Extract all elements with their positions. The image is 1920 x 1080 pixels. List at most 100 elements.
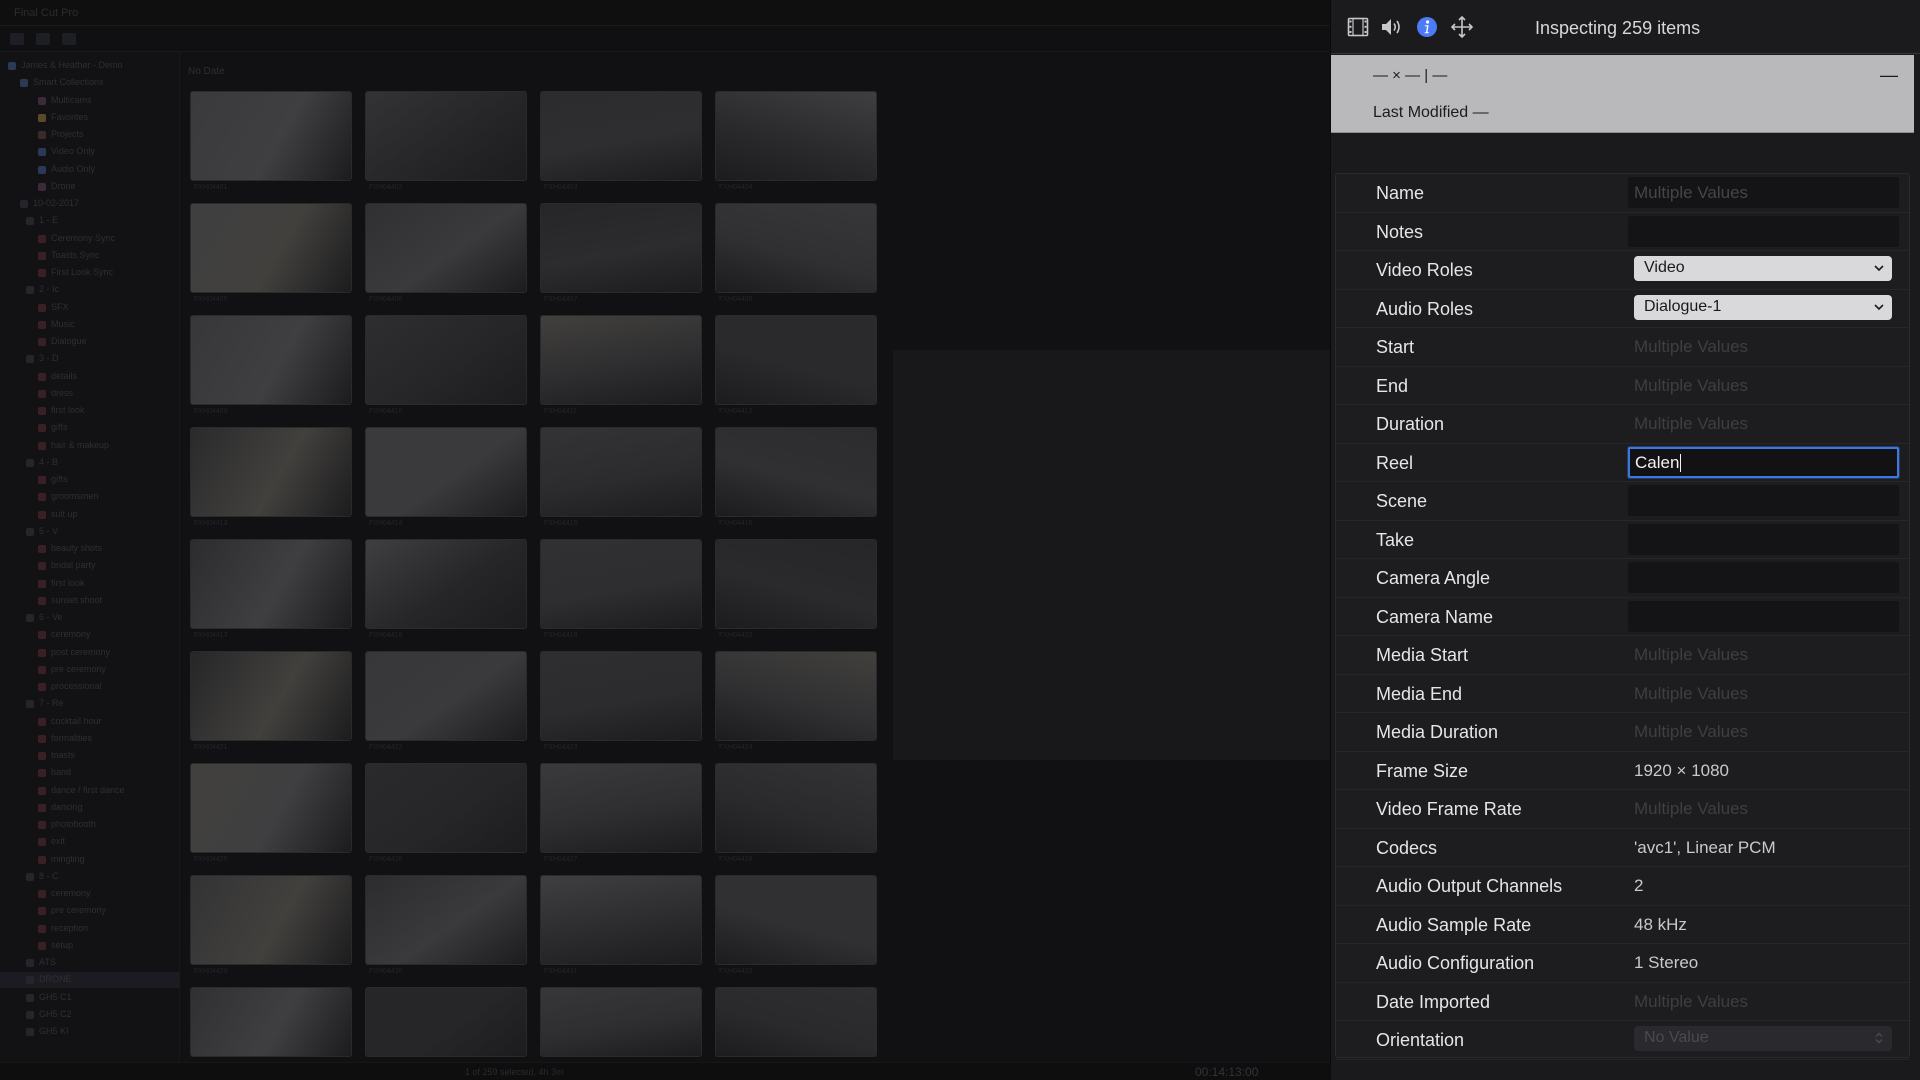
camera-angle-field[interactable] — [1628, 562, 1899, 593]
name-field[interactable]: Multiple Values — [1628, 177, 1899, 208]
clip-thumbnail[interactable] — [365, 875, 527, 965]
clip-thumbnail[interactable] — [190, 763, 352, 853]
sidebar-item[interactable]: first look — [0, 403, 180, 419]
sidebar-item[interactable]: pre ceremony — [0, 903, 180, 919]
clip-thumbnail[interactable] — [365, 203, 527, 293]
take-field[interactable] — [1628, 523, 1899, 555]
sidebar-item[interactable]: suit up — [0, 507, 180, 523]
clip-thumbnail[interactable] — [365, 763, 527, 853]
clip-thumbnail[interactable] — [190, 651, 352, 741]
sidebar-item[interactable]: 5 - V — [0, 524, 180, 540]
clip-thumbnail[interactable] — [715, 91, 877, 181]
sidebar-item[interactable]: 1 - E — [0, 213, 180, 229]
sidebar-item[interactable]: details — [0, 369, 180, 385]
sidebar-item[interactable]: cocktail hour — [0, 714, 180, 730]
clip-thumbnail[interactable] — [715, 987, 877, 1057]
clip-thumbnail[interactable] — [540, 427, 702, 517]
reel-field[interactable]: Calen — [1628, 446, 1899, 478]
clip-thumbnail[interactable] — [365, 91, 527, 181]
clip-thumbnail[interactable] — [715, 875, 877, 965]
sidebar-item[interactable]: processional — [0, 679, 180, 695]
sidebar-item[interactable]: band — [0, 765, 180, 781]
clip-thumbnail[interactable] — [365, 987, 527, 1057]
clip-thumbnail[interactable] — [540, 315, 702, 405]
sidebar-item[interactable]: Favorites — [0, 110, 180, 126]
clip-thumbnail[interactable] — [715, 427, 877, 517]
sidebar-item[interactable]: 7 - Re — [0, 696, 180, 712]
sidebar-item[interactable]: dress — [0, 386, 180, 402]
speaker-icon[interactable] — [1377, 13, 1407, 41]
sidebar-item[interactable]: pre ceremony — [0, 662, 180, 678]
clip-thumbnail[interactable] — [540, 203, 702, 293]
film-icon[interactable] — [1343, 13, 1373, 41]
clip-thumbnail[interactable] — [540, 539, 702, 629]
info-icon[interactable] — [1412, 13, 1442, 41]
sidebar-item[interactable]: ATS — [0, 955, 180, 971]
sidebar-item[interactable]: Drone — [0, 179, 180, 195]
sidebar-item[interactable]: GH5 C1 — [0, 990, 180, 1006]
clip-thumbnail[interactable] — [365, 539, 527, 629]
sidebar-item[interactable]: post ceremony — [0, 645, 180, 661]
sidebar-item[interactable]: DRONE — [0, 972, 180, 989]
sidebar-item[interactable]: First Look Sync — [0, 265, 180, 281]
clip-thumbnail[interactable] — [190, 203, 352, 293]
clip-thumbnail[interactable] — [365, 427, 527, 517]
clip-thumbnail[interactable] — [365, 651, 527, 741]
collapse-button[interactable]: — — [1876, 65, 1902, 85]
sidebar-item[interactable]: GH5 C2 — [0, 1007, 180, 1023]
sidebar-item[interactable]: Music — [0, 317, 180, 333]
notes-field[interactable] — [1628, 215, 1899, 247]
sidebar-item[interactable]: toasts — [0, 748, 180, 764]
sidebar-item[interactable]: dance / first dance — [0, 783, 180, 799]
clip-thumbnail[interactable] — [190, 987, 352, 1057]
sidebar-item[interactable]: 6 - Ve — [0, 610, 180, 626]
sidebar-item[interactable]: gifts — [0, 472, 180, 488]
clip-thumbnail[interactable] — [190, 315, 352, 405]
sidebar-item[interactable]: Smart Collections — [0, 75, 180, 91]
clip-thumbnail[interactable] — [715, 763, 877, 853]
camera-name-field[interactable] — [1628, 600, 1899, 632]
sidebar-item[interactable]: Audio Only — [0, 162, 180, 178]
sidebar-item[interactable]: James & Heather - Demo — [0, 58, 180, 74]
sidebar-item[interactable]: photobooth — [0, 817, 180, 833]
sidebar-item[interactable]: setup — [0, 938, 180, 954]
clip-thumbnail[interactable] — [715, 651, 877, 741]
clip-thumbnail[interactable] — [365, 315, 527, 405]
sidebar-item[interactable]: reception — [0, 921, 180, 937]
sidebar-item[interactable]: 3 - D — [0, 351, 180, 367]
sidebar-item[interactable]: dancing — [0, 800, 180, 816]
scene-field[interactable] — [1628, 485, 1899, 516]
sidebar-item[interactable]: exit — [0, 834, 180, 850]
sidebar-item[interactable]: hair & makeup — [0, 438, 180, 454]
clip-thumbnail[interactable] — [190, 539, 352, 629]
sidebar-item[interactable]: ceremony — [0, 886, 180, 902]
transform-icon[interactable] — [1447, 13, 1477, 41]
sidebar-item[interactable]: Ceremony Sync — [0, 231, 180, 247]
sidebar-item[interactable]: 8 - C — [0, 869, 180, 885]
clip-thumbnail[interactable] — [540, 91, 702, 181]
sidebar-item[interactable]: 4 - B — [0, 455, 180, 471]
clip-thumbnail[interactable] — [190, 91, 352, 181]
sidebar-item[interactable]: Multicams — [0, 93, 180, 109]
sidebar-item[interactable]: first look — [0, 576, 180, 592]
clip-thumbnail[interactable] — [540, 651, 702, 741]
clip-thumbnail[interactable] — [190, 427, 352, 517]
sidebar-item[interactable]: GH5 KI — [0, 1024, 180, 1040]
sidebar-item[interactable]: formalities — [0, 731, 180, 747]
sidebar-item[interactable]: sunset shoot — [0, 593, 180, 609]
clip-thumbnail[interactable] — [715, 539, 877, 629]
sidebar-item[interactable]: Projects — [0, 127, 180, 143]
sidebar-item[interactable]: mingling — [0, 852, 180, 868]
clip-thumbnail[interactable] — [540, 763, 702, 853]
clip-thumbnail[interactable] — [715, 203, 877, 293]
sidebar-item[interactable]: SFX — [0, 300, 180, 316]
clip-thumbnail[interactable] — [715, 315, 877, 405]
sidebar-item[interactable]: bridal party — [0, 558, 180, 574]
clip-thumbnail[interactable] — [540, 987, 702, 1057]
sidebar-item[interactable]: gifts — [0, 420, 180, 436]
audio-roles-dropdown[interactable]: Dialogue-1 — [1634, 294, 1892, 320]
sidebar-item[interactable]: Video Only — [0, 144, 180, 160]
sidebar-item[interactable]: Toasts Sync — [0, 248, 180, 264]
video-roles-dropdown[interactable]: Video — [1634, 256, 1892, 281]
sidebar-item[interactable]: ceremony — [0, 627, 180, 643]
